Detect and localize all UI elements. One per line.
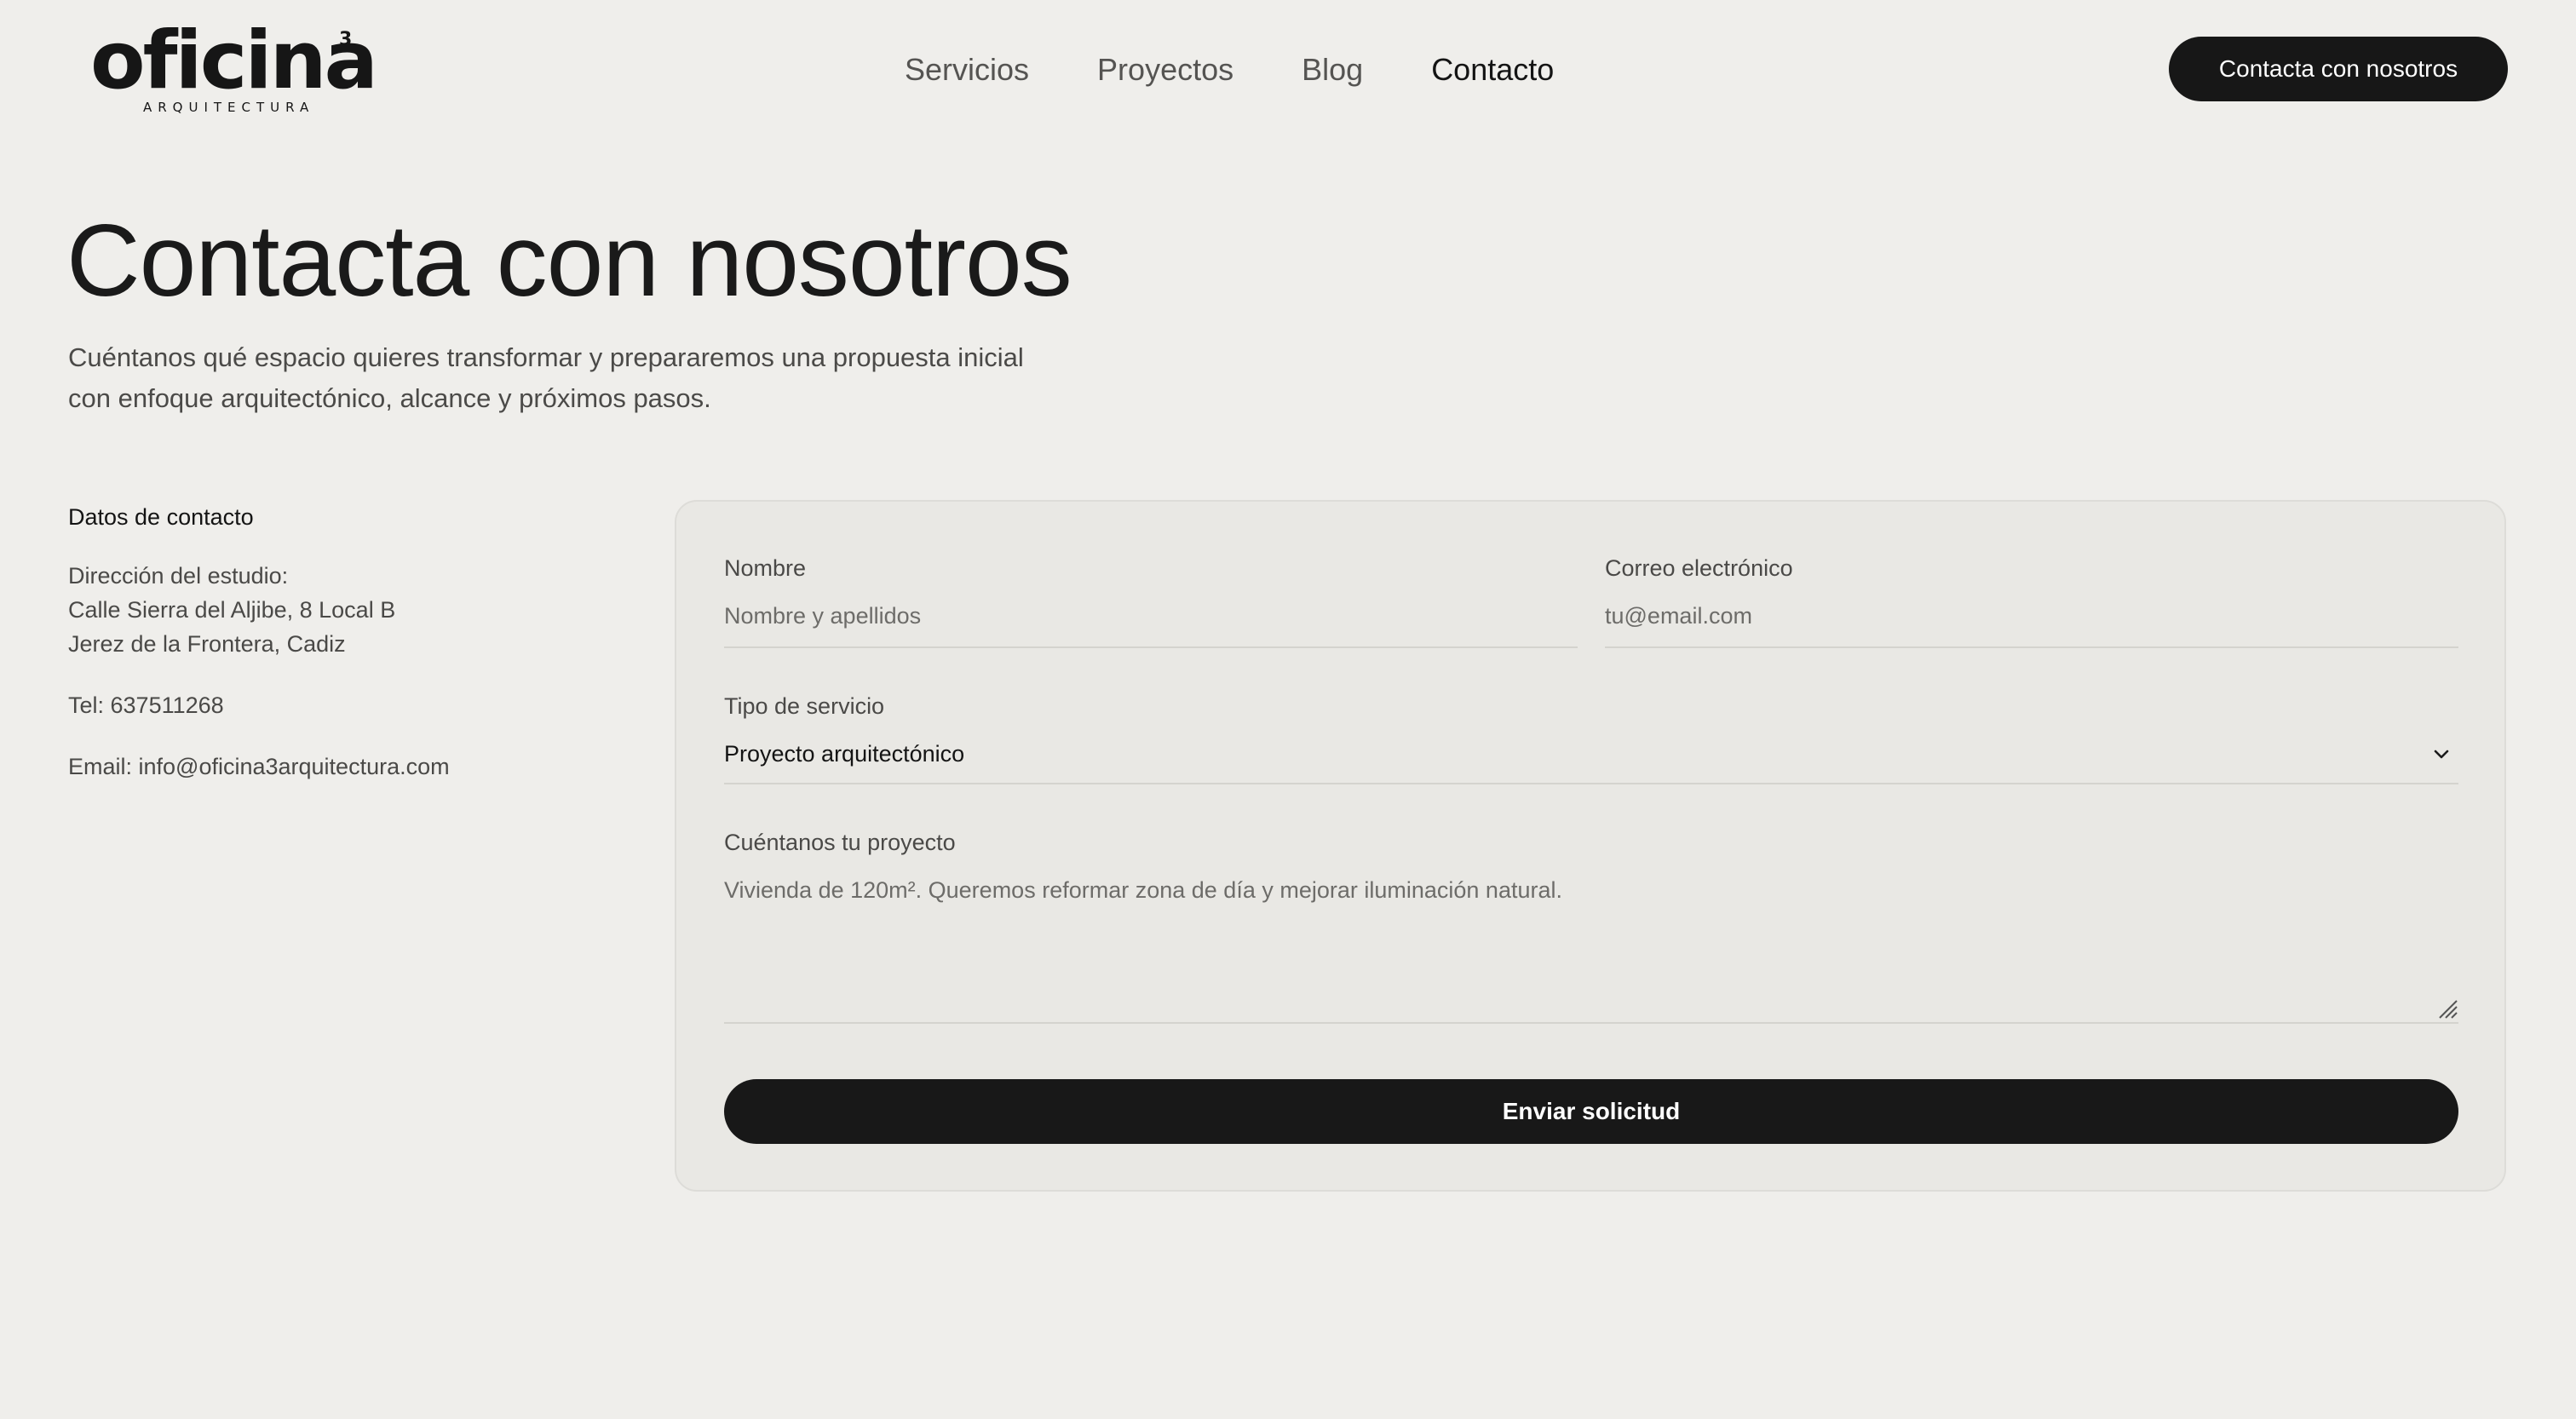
- address-line-2: Jerez de la Frontera, Cadiz: [68, 631, 346, 657]
- contact-form: Nombre Nombre y apellidos Correo electró…: [675, 500, 2506, 1192]
- chevron-down-icon[interactable]: [2430, 743, 2452, 765]
- address-line-1: Calle Sierra del Aljibe, 8 Local B: [68, 597, 396, 623]
- project-description-textarea[interactable]: Vivienda de 120m². Queremos reformar zon…: [724, 873, 1562, 907]
- service-type-label: Tipo de servicio: [724, 693, 885, 719]
- email-field-underline: [1605, 646, 2458, 648]
- service-type-select[interactable]: Proyecto arquitectónico: [724, 737, 964, 771]
- nav-item-blog[interactable]: Blog: [1302, 48, 1363, 92]
- contact-details: Datos de contacto Dirección del estudio:…: [68, 499, 613, 811]
- service-type-underline: [724, 783, 2458, 784]
- logo-wordmark: oficina: [90, 14, 378, 107]
- contact-us-button[interactable]: Contacta con nosotros: [2169, 37, 2508, 101]
- email-address[interactable]: Email: info@oficina3arquitectura.com: [68, 750, 613, 784]
- email-field[interactable]: tu@email.com: [1605, 599, 1752, 633]
- page-intro: Cuéntanos qué espacio quieres transforma…: [68, 342, 1024, 413]
- brand-logo[interactable]: oficina 3 ARQUITECTURA: [90, 19, 378, 115]
- resize-grip-icon[interactable]: [2436, 997, 2458, 1020]
- main-nav: Servicios Proyectos Blog Contacto: [905, 48, 1554, 92]
- contact-details-heading: Datos de contacto: [68, 504, 254, 530]
- nav-item-contacto[interactable]: Contacto: [1431, 48, 1554, 92]
- email-label: Correo electrónico: [1605, 555, 1793, 581]
- logo-superscript: 3: [339, 29, 353, 50]
- address-label: Dirección del estudio:: [68, 563, 289, 589]
- nav-item-servicios[interactable]: Servicios: [905, 48, 1029, 92]
- submit-request-button[interactable]: Enviar solicitud: [724, 1079, 2458, 1144]
- name-field-underline: [724, 646, 1578, 648]
- name-label: Nombre: [724, 555, 807, 581]
- logo-subtitle: ARQUITECTURA: [143, 100, 315, 115]
- project-description-underline: [724, 1022, 2458, 1024]
- studio-address: Dirección del estudio: Calle Sierra del …: [68, 559, 613, 661]
- name-field[interactable]: Nombre y apellidos: [724, 599, 921, 633]
- page-title: Contacta con nosotros: [66, 204, 1072, 318]
- phone-number[interactable]: Tel: 637511268: [68, 688, 613, 722]
- project-description-label: Cuéntanos tu proyecto: [724, 830, 956, 855]
- nav-item-proyectos[interactable]: Proyectos: [1097, 48, 1233, 92]
